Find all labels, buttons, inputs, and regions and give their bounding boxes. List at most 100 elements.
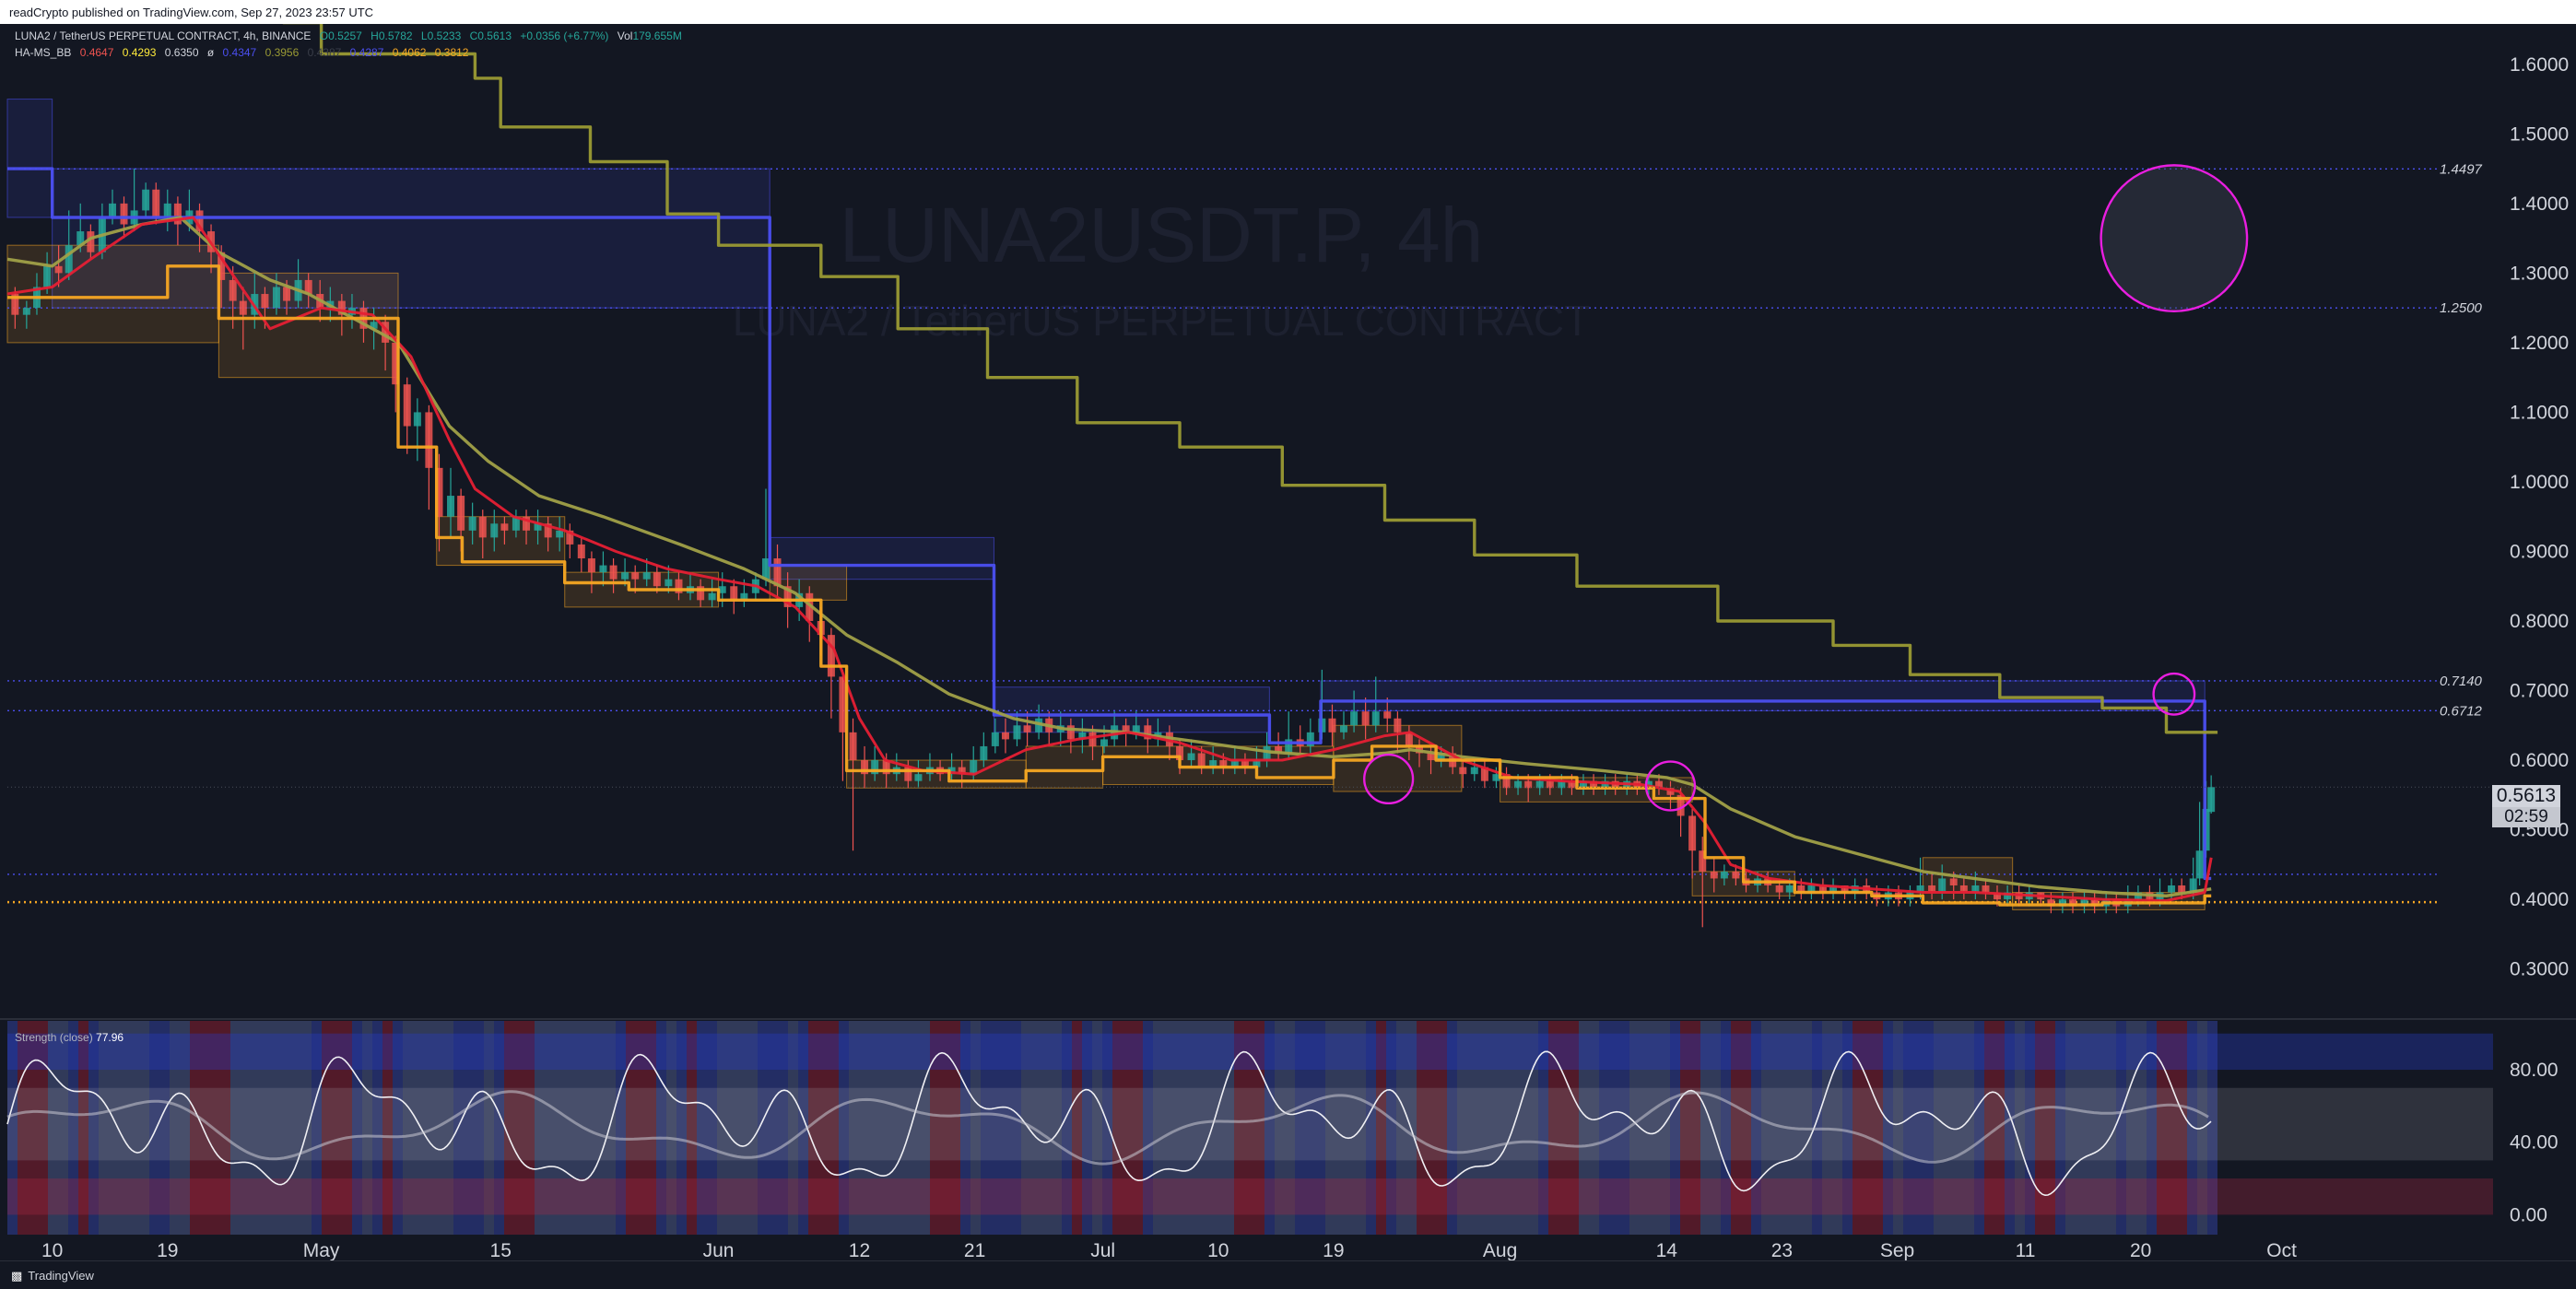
osc-value: 77.96 bbox=[96, 1031, 124, 1044]
ind-value-4: ø bbox=[206, 46, 215, 59]
candle-body-12 bbox=[142, 189, 150, 211]
candle-body-178 bbox=[1949, 878, 1958, 885]
candle-body-157 bbox=[1720, 871, 1728, 879]
price-tick-5: 0.8000 bbox=[2510, 611, 2569, 632]
candle-body-203 bbox=[2207, 787, 2216, 813]
symbol-title: LUNA2 / TetherUS PERPETUAL CONTRACT, 4h,… bbox=[15, 29, 312, 42]
legend-close: C0.5613 bbox=[469, 29, 512, 42]
candle-body-43 bbox=[478, 516, 487, 538]
osc-tick-1: 40.00 bbox=[2510, 1132, 2558, 1154]
candle-body-90 bbox=[991, 732, 999, 746]
publish-header: readCrypto published on TradingView.com,… bbox=[0, 0, 2576, 24]
series-line-olive bbox=[282, 24, 2218, 734]
candle-body-124 bbox=[1361, 711, 1370, 726]
candle-body-97 bbox=[1066, 725, 1075, 740]
time-tick-7: Jul bbox=[1090, 1240, 1115, 1260]
price-tick-10: 1.3000 bbox=[2510, 263, 2569, 284]
candle-body-134 bbox=[1470, 767, 1478, 775]
candle-body-156 bbox=[1710, 871, 1718, 879]
candle-body-125 bbox=[1371, 711, 1380, 726]
candle-body-99 bbox=[1088, 732, 1097, 746]
publish-text: readCrypto published on TradingView.com,… bbox=[9, 6, 374, 19]
candle-body-77 bbox=[849, 732, 857, 761]
price-tick-3: 0.6000 bbox=[2510, 750, 2569, 771]
indicator-legend: HA-MS_BB 0.4647 0.4293 0.6350 ø 0.4347 0… bbox=[15, 46, 474, 59]
candle-body-66 bbox=[730, 586, 738, 601]
price-tick-1: 0.4000 bbox=[2510, 889, 2569, 910]
candle-body-50 bbox=[556, 530, 564, 538]
level-label-3: 0.6712 bbox=[2440, 703, 2483, 719]
candle-body-163 bbox=[1785, 885, 1794, 893]
time-tick-10: Aug bbox=[1483, 1240, 1517, 1260]
time-tick-9: 19 bbox=[1323, 1240, 1344, 1260]
candle-body-91 bbox=[1001, 732, 1009, 740]
time-tick-5: 12 bbox=[849, 1240, 870, 1260]
osc-zone-mid bbox=[7, 1087, 2493, 1161]
candle-body-24 bbox=[272, 287, 280, 309]
level-label-2: 0.7140 bbox=[2440, 674, 2483, 689]
candle-body-109 bbox=[1197, 753, 1206, 768]
price-tick-4: 0.7000 bbox=[2510, 681, 2569, 702]
candle-body-55 bbox=[609, 565, 618, 580]
ind-value-9: 0.4062 bbox=[392, 46, 427, 59]
candle-body-38 bbox=[425, 412, 433, 468]
osc-zone-high bbox=[7, 1033, 2493, 1071]
watermark-description: LUNA2 / TetherUS PERPETUAL CONTRACT bbox=[733, 297, 1590, 345]
candle-body-140 bbox=[1535, 780, 1544, 789]
last-price-label: 0.5613 bbox=[2492, 785, 2560, 807]
candle-body-83 bbox=[914, 774, 923, 781]
legend-open: O0.5257 bbox=[319, 29, 362, 42]
time-tick-4: Jun bbox=[703, 1240, 735, 1260]
candle-body-9 bbox=[108, 203, 116, 217]
price-tick-9: 1.2000 bbox=[2510, 333, 2569, 354]
candle-body-54 bbox=[599, 565, 607, 573]
tv-logo-icon: ▩ bbox=[11, 1269, 23, 1283]
main-chart[interactable]: LUNA2USDT.P, 4h LUNA2 / TetherUS PERPETU… bbox=[0, 24, 2576, 1260]
osc-tick-0: 0.00 bbox=[2510, 1204, 2547, 1225]
ind-value-10: 0.3812 bbox=[434, 46, 469, 59]
osc-tick-2: 80.00 bbox=[2510, 1060, 2558, 1081]
ind-value-2: 0.4293 bbox=[122, 46, 157, 59]
time-tick-11: 14 bbox=[1656, 1240, 1678, 1260]
ind-value-6: 0.3956 bbox=[265, 46, 300, 59]
candle-body-123 bbox=[1350, 711, 1359, 726]
oscillator-pane[interactable]: 0.00 40.00 80.00 Strength (close) 77.96 bbox=[0, 1018, 2576, 1235]
footer-bar: ▩ TradingView bbox=[0, 1260, 2576, 1289]
candle-body-89 bbox=[980, 745, 988, 761]
candle-body-36 bbox=[403, 384, 411, 427]
legend-low: L0.5233 bbox=[420, 29, 462, 42]
candle-body-56 bbox=[621, 572, 629, 580]
candle-body-108 bbox=[1187, 753, 1195, 761]
ind-value-8: 0.4287 bbox=[349, 46, 384, 59]
candle-body-181 bbox=[1982, 885, 1990, 893]
price-tick-13: 1.6000 bbox=[2510, 54, 2569, 76]
candle-body-58 bbox=[642, 572, 651, 580]
price-tick-0: 0.3000 bbox=[2510, 959, 2569, 980]
time-tick-2: May bbox=[303, 1240, 340, 1260]
candle-body-60 bbox=[665, 579, 673, 587]
chart-watermark: LUNA2USDT.P, 4h LUNA2 / TetherUS PERPETU… bbox=[733, 192, 1590, 345]
candle-body-158 bbox=[1732, 871, 1740, 879]
candle-body-53 bbox=[587, 558, 595, 573]
time-tick-1: 19 bbox=[157, 1240, 178, 1260]
legend-vol-label: Vol bbox=[617, 29, 633, 42]
price-tick-8: 1.1000 bbox=[2510, 402, 2569, 423]
indicator-name: HA-MS_BB bbox=[15, 46, 72, 59]
zone-box-11 bbox=[1025, 745, 1104, 789]
candle-body-177 bbox=[1938, 878, 1947, 893]
time-tick-12: 23 bbox=[1771, 1240, 1793, 1260]
candle-body-133 bbox=[1459, 767, 1467, 775]
ind-value-1: 0.4647 bbox=[79, 46, 114, 59]
candle-body-42 bbox=[468, 516, 476, 531]
candle-body-121 bbox=[1328, 718, 1336, 732]
candle-body-64 bbox=[708, 592, 716, 601]
time-axis[interactable]: 10 19 May 15 Jun 12 21 Jul 10 19 Aug 14 23 Sep 11 20 Oct bbox=[41, 1240, 2297, 1260]
candle-body-41 bbox=[457, 496, 465, 531]
ind-value-5: 0.4347 bbox=[222, 46, 257, 59]
candle-body-3 bbox=[43, 265, 52, 287]
price-tick-7: 1.0000 bbox=[2510, 472, 2569, 493]
osc-zone-low bbox=[7, 1178, 2493, 1215]
candle-body-198 bbox=[2168, 885, 2176, 893]
time-tick-3: 15 bbox=[490, 1240, 512, 1260]
candle-body-5 bbox=[65, 245, 73, 274]
